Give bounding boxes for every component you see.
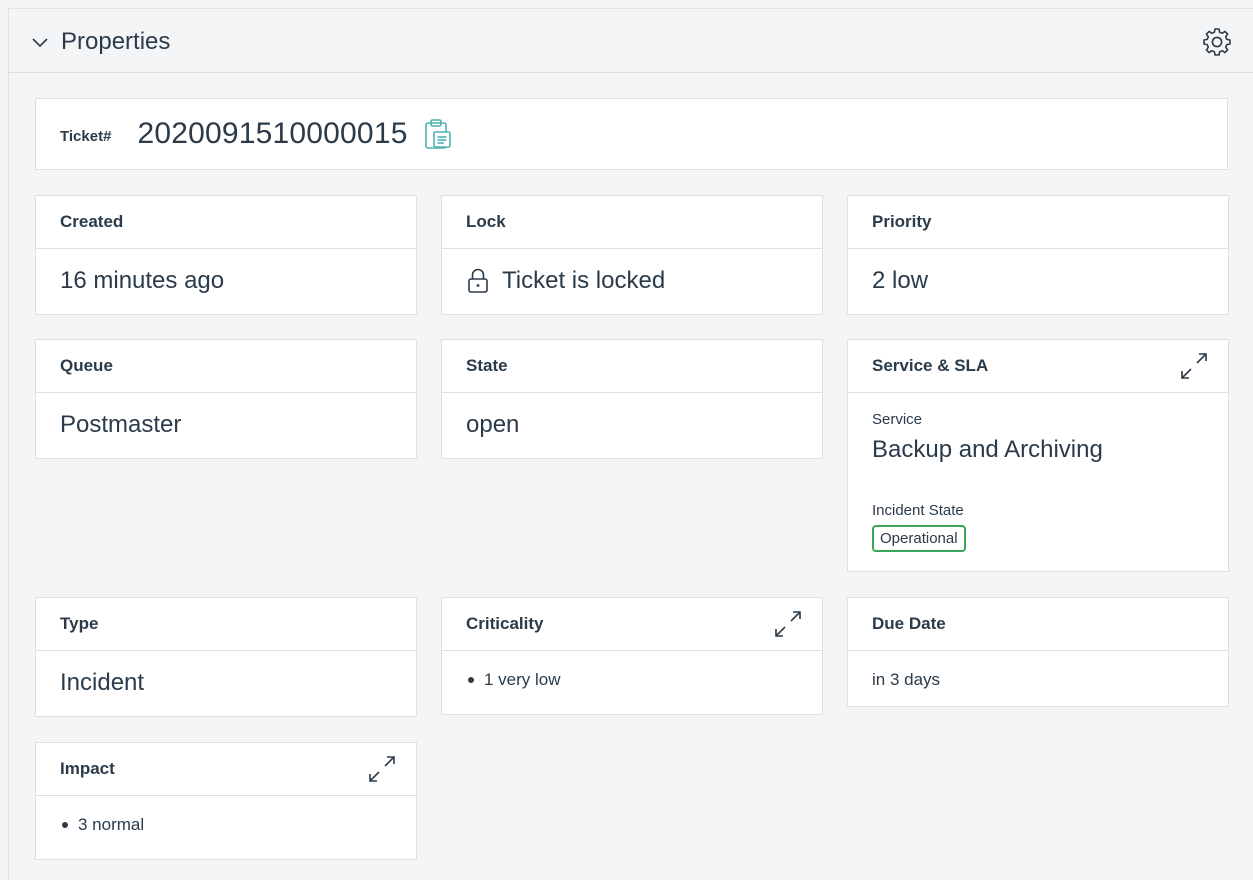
- criticality-value: 1 very low: [484, 670, 561, 689]
- type-value: Incident: [60, 669, 145, 696]
- due-date-label: Due Date: [848, 598, 1228, 651]
- queue-card: Queue Postmaster: [35, 339, 417, 459]
- service-sla-card: Service & SLA Service Backup and Archivi…: [847, 339, 1229, 572]
- clipboard-icon[interactable]: [422, 117, 454, 151]
- service-value: Backup and Archiving: [872, 436, 1103, 463]
- priority-value: 2 low: [872, 267, 929, 294]
- queue-label: Queue: [36, 340, 416, 393]
- panel-header: Properties: [9, 9, 1253, 73]
- expand-icon[interactable]: [1178, 350, 1210, 382]
- ticket-number: 2020091510000015: [137, 117, 408, 150]
- panel-title: Properties: [61, 28, 171, 55]
- incident-state-badge: Operational: [872, 525, 966, 552]
- impact-card: Impact 3 normal: [35, 742, 417, 860]
- criticality-item: 1 very low: [466, 651, 798, 709]
- impact-value: 3 normal: [78, 815, 145, 834]
- collapse-toggle[interactable]: Properties: [31, 29, 170, 55]
- due-date-card: Due Date in 3 days: [847, 597, 1229, 707]
- service-sla-label: Service & SLA: [872, 356, 989, 375]
- bullet-icon: [468, 677, 474, 683]
- lock-value: Ticket is locked: [502, 267, 666, 294]
- queue-value: Postmaster: [60, 411, 182, 438]
- ticket-number-card: Ticket# 2020091510000015: [35, 98, 1228, 170]
- created-label: Created: [36, 196, 416, 249]
- lock-icon: [468, 268, 488, 293]
- priority-label: Priority: [848, 196, 1228, 249]
- state-card: State open: [441, 339, 823, 459]
- impact-label: Impact: [60, 759, 115, 778]
- criticality-label: Criticality: [466, 614, 544, 633]
- incident-state-label: Incident State: [872, 502, 964, 519]
- service-label: Service: [872, 411, 923, 428]
- properties-panel: Properties Ticket# 2020091510000015 Crea…: [8, 8, 1253, 880]
- expand-icon[interactable]: [366, 753, 398, 785]
- service-sla-header: Service & SLA: [848, 340, 1228, 393]
- criticality-header: Criticality: [442, 598, 822, 651]
- created-value: 16 minutes ago: [60, 267, 225, 294]
- state-value: open: [466, 411, 520, 438]
- chevron-down-icon: [32, 38, 48, 48]
- state-label: State: [442, 340, 822, 393]
- created-card: Created 16 minutes ago: [35, 195, 417, 315]
- bullet-icon: [62, 822, 68, 828]
- lock-card: Lock Ticket is locked: [441, 195, 823, 315]
- due-date-value: in 3 days: [872, 670, 941, 689]
- impact-header: Impact: [36, 743, 416, 796]
- lock-value-row: Ticket is locked: [466, 249, 798, 313]
- lock-label: Lock: [442, 196, 822, 249]
- expand-icon[interactable]: [772, 608, 804, 640]
- criticality-card: Criticality 1 very low: [441, 597, 823, 715]
- type-label: Type: [36, 598, 416, 651]
- type-card: Type Incident: [35, 597, 417, 717]
- priority-card: Priority 2 low: [847, 195, 1229, 315]
- gear-icon[interactable]: [1202, 27, 1232, 57]
- ticket-label: Ticket#: [60, 127, 112, 145]
- impact-item: 3 normal: [60, 796, 392, 854]
